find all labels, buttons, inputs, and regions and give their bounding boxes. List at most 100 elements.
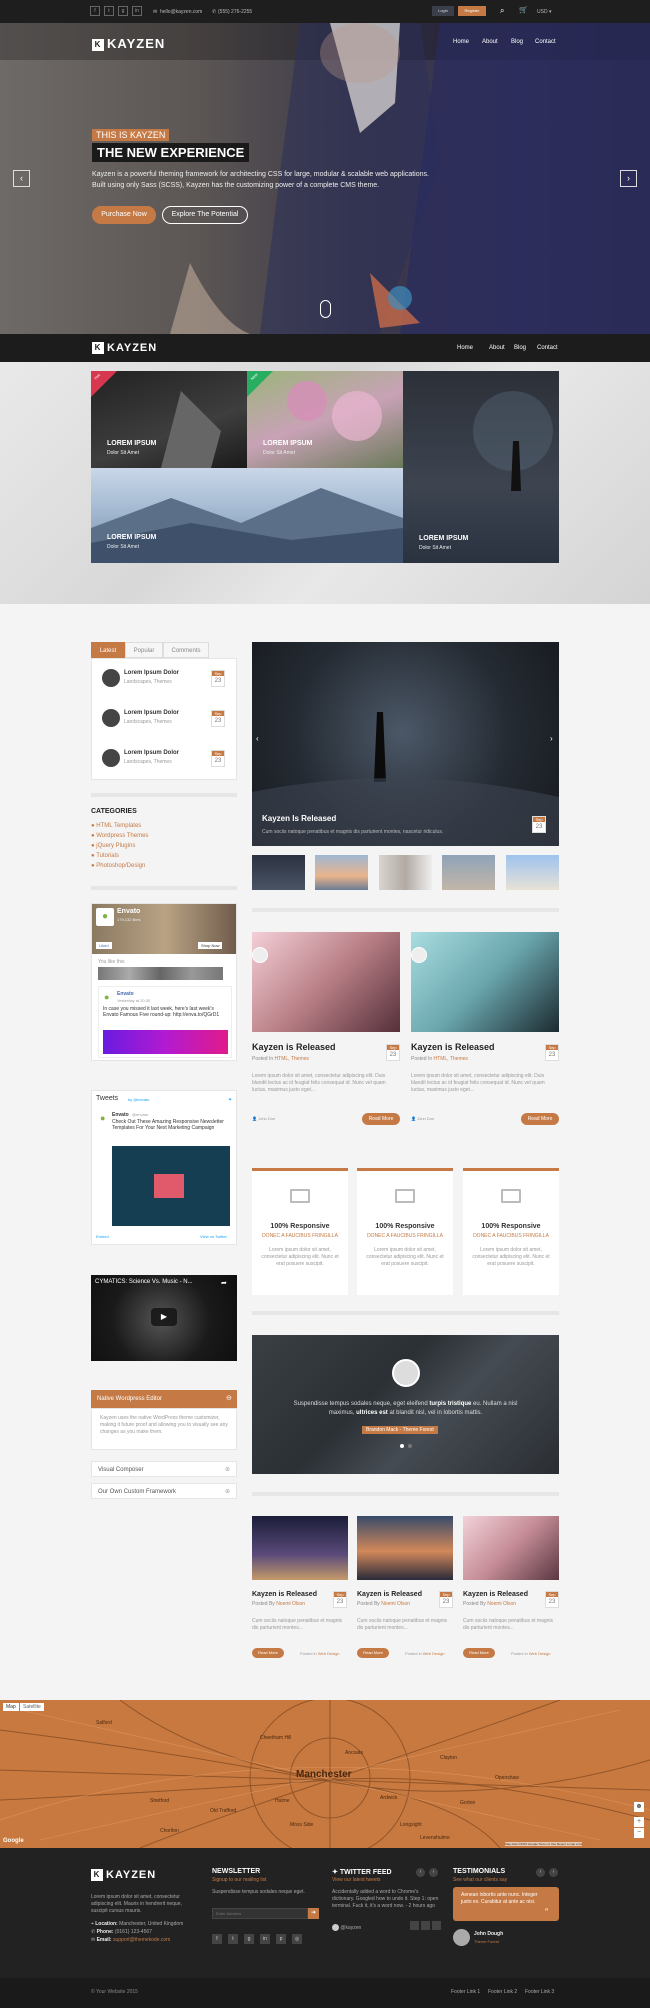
tab-latest[interactable]: Latest bbox=[91, 642, 125, 658]
nav-blog[interactable]: Blog bbox=[511, 39, 523, 45]
footer-logo[interactable]: K KAYZEN bbox=[91, 1869, 156, 1882]
linkedin-icon[interactable]: in bbox=[260, 1934, 270, 1944]
post-image[interactable] bbox=[357, 1516, 453, 1580]
map-tab-satellite[interactable]: Satellite bbox=[20, 1703, 44, 1711]
read-more-button[interactable]: Read More bbox=[252, 1648, 284, 1658]
navbar-about[interactable]: About bbox=[489, 345, 505, 351]
slider-thumbnail[interactable] bbox=[252, 855, 305, 890]
mosaic-tile[interactable]: LOREM IPSUM Dolor Sit Amet bbox=[91, 468, 403, 563]
map-zoom-out-button[interactable]: − bbox=[634, 1828, 644, 1838]
map-attribution[interactable]: Map data ©2015 Google Terms of Use Repor… bbox=[505, 1842, 583, 1846]
tweet-favorite-icon[interactable] bbox=[432, 1921, 441, 1930]
post-title[interactable]: Lorem Ipsum Dolor bbox=[124, 710, 179, 716]
slider-thumbnail[interactable] bbox=[315, 855, 368, 890]
twitter-prev-button[interactable]: ‹ bbox=[416, 1868, 425, 1877]
map-tab-map[interactable]: Map bbox=[3, 1703, 19, 1711]
scroll-down-indicator[interactable] bbox=[320, 300, 331, 318]
post-title[interactable]: Kayzen is Released bbox=[411, 1042, 495, 1052]
post-title[interactable]: Kayzen is Released bbox=[252, 1042, 336, 1052]
post-title[interactable]: Lorem Ipsum Dolor bbox=[124, 750, 179, 756]
nav-about[interactable]: About bbox=[482, 39, 498, 45]
minus-icon[interactable]: ⊖ bbox=[226, 1394, 232, 1402]
linkedin-icon[interactable]: in bbox=[132, 6, 142, 16]
cart-icon[interactable]: 🛒 bbox=[519, 6, 528, 14]
footer-link[interactable]: Footer Link 3 bbox=[525, 1989, 554, 1995]
video-widget[interactable]: CYMATICS: Science Vs. Music - N... ➦ ▶ bbox=[91, 1275, 237, 1361]
video-title[interactable]: CYMATICS: Science Vs. Music - N... bbox=[95, 1279, 193, 1285]
login-button[interactable]: Login bbox=[432, 6, 454, 16]
category-item[interactable]: ● Photoshop/Design bbox=[91, 863, 237, 873]
post-image[interactable] bbox=[411, 932, 559, 1032]
tweet-retweet-icon[interactable] bbox=[421, 1921, 430, 1930]
post-image[interactable] bbox=[252, 932, 400, 1032]
share-icon[interactable]: ➦ bbox=[221, 1279, 227, 1287]
list-item[interactable]: Lorem Ipsum Dolor Landscapes, Themes Sep… bbox=[92, 739, 238, 779]
read-more-button[interactable]: Read More bbox=[357, 1648, 389, 1658]
slider-dot[interactable] bbox=[408, 1444, 412, 1448]
explore-button[interactable]: Explore The Potential bbox=[162, 206, 248, 224]
location-map[interactable]: Map Satellite Manchester Salford Ancoats… bbox=[0, 1700, 650, 1848]
mosaic-tile[interactable]: Hot LOREM IPSUM Dolor Sit Amet bbox=[91, 371, 247, 468]
newsletter-submit-button[interactable]: ➜ bbox=[308, 1908, 319, 1919]
read-more-button[interactable]: Read More bbox=[362, 1113, 400, 1125]
fb-like-button[interactable]: Liked bbox=[96, 942, 112, 949]
navbar-logo[interactable]: K KAYZEN bbox=[92, 342, 157, 355]
category-item[interactable]: ● Wordpress Themes bbox=[91, 833, 237, 843]
navbar-contact[interactable]: Contact bbox=[537, 345, 558, 351]
fb-page-name[interactable]: Envato bbox=[117, 908, 140, 915]
slider-thumbnail[interactable] bbox=[506, 855, 559, 890]
tweets-by[interactable]: by @envato bbox=[128, 1097, 149, 1102]
category-item[interactable]: ● Tutorials bbox=[91, 853, 237, 863]
footer-link[interactable]: Footer Link 1 bbox=[451, 1989, 480, 1995]
tab-popular[interactable]: Popular bbox=[125, 642, 163, 658]
category-item[interactable]: ● HTML Templates bbox=[91, 823, 237, 833]
instagram-icon[interactable]: ◎ bbox=[292, 1934, 302, 1944]
testimonial-prev-button[interactable]: ‹ bbox=[536, 1868, 545, 1877]
read-more-button[interactable]: Read More bbox=[463, 1648, 495, 1658]
tweet-reply-icon[interactable] bbox=[410, 1921, 419, 1930]
post-title[interactable]: Kayzen is Released bbox=[252, 1591, 317, 1598]
navbar-blog[interactable]: Blog bbox=[514, 345, 526, 351]
list-item[interactable]: Lorem Ipsum Dolor Landscapes, Themes Sep… bbox=[92, 659, 238, 699]
post-title[interactable]: Kayzen is Released bbox=[463, 1591, 528, 1598]
fb-post-author[interactable]: Envato bbox=[117, 991, 134, 997]
twitter-next-button[interactable]: › bbox=[429, 1868, 438, 1877]
topbar-email[interactable]: hello@kayzen.com bbox=[160, 9, 202, 15]
fb-shop-button[interactable]: Shop Now bbox=[198, 942, 223, 949]
category-item[interactable]: ● jQuery Plugins bbox=[91, 843, 237, 853]
slider-thumbnail[interactable] bbox=[379, 855, 432, 890]
google-plus-icon[interactable]: g bbox=[244, 1934, 254, 1944]
tweet-author[interactable]: Envato bbox=[112, 1112, 129, 1118]
tweet-embed-link[interactable]: Embed bbox=[96, 1234, 109, 1239]
facebook-icon[interactable]: f bbox=[90, 6, 100, 16]
accordion-item[interactable]: Our Own Custom Framework ⊕ bbox=[91, 1483, 237, 1499]
search-icon[interactable]: ⌕ bbox=[500, 6, 504, 16]
list-item[interactable]: Lorem Ipsum Dolor Landscapes, Themes Sep… bbox=[92, 699, 238, 739]
map-streetview-icon[interactable]: ☻ bbox=[634, 1802, 644, 1812]
post-title[interactable]: Kayzen is Released bbox=[357, 1591, 422, 1598]
post-image[interactable] bbox=[463, 1516, 559, 1580]
slider-prev-button[interactable]: ‹ bbox=[13, 170, 30, 187]
read-more-button[interactable]: Read More bbox=[521, 1113, 559, 1125]
accordion-item[interactable]: Visual Composer ⊕ bbox=[91, 1461, 237, 1477]
google-plus-icon[interactable]: g bbox=[118, 6, 128, 16]
play-icon[interactable]: ▶ bbox=[151, 1308, 177, 1326]
slider-dot[interactable] bbox=[400, 1444, 404, 1448]
view-on-twitter-link[interactable]: View on Twitter bbox=[200, 1234, 227, 1239]
facebook-icon[interactable]: f bbox=[212, 1934, 222, 1944]
footer-link[interactable]: Footer Link 2 bbox=[488, 1989, 517, 1995]
mosaic-tile[interactable]: New LOREM IPSUM Dolor Sit Amet bbox=[247, 371, 403, 468]
site-logo[interactable]: K KAYZEN bbox=[92, 36, 165, 51]
accordion-header-open[interactable]: Native Wordpress Editor bbox=[91, 1390, 237, 1408]
pinterest-icon[interactable]: p bbox=[276, 1934, 286, 1944]
slider-next-button[interactable]: › bbox=[620, 170, 637, 187]
nav-contact[interactable]: Contact bbox=[535, 39, 556, 45]
twitter-icon[interactable]: t bbox=[228, 1934, 238, 1944]
mosaic-tile[interactable]: LOREM IPSUM Dolor Sit Amet bbox=[403, 371, 559, 563]
register-button[interactable]: Register bbox=[458, 6, 486, 16]
twitter-icon[interactable]: t bbox=[104, 6, 114, 16]
purchase-now-button[interactable]: Purchase Now bbox=[92, 206, 156, 224]
slider-post-title[interactable]: Kayzen Is Released bbox=[262, 814, 336, 823]
newsletter-email-input[interactable] bbox=[212, 1908, 308, 1919]
slider-next-button[interactable]: › bbox=[550, 734, 553, 743]
